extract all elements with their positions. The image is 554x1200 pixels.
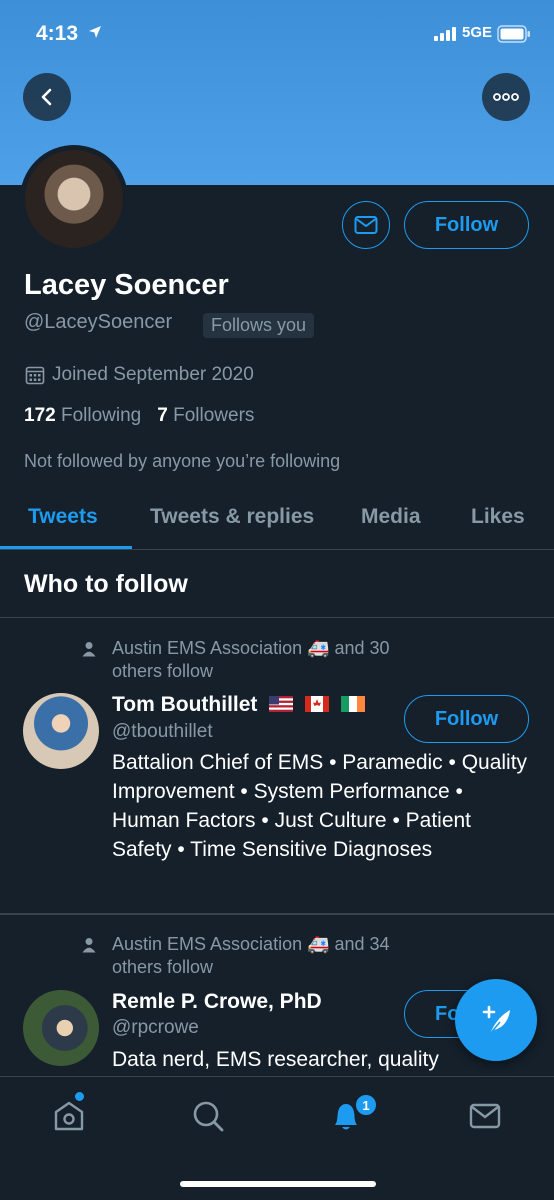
- status-time: 4:13: [36, 22, 79, 45]
- us-flag-icon: [269, 696, 294, 712]
- not-followed-notice: Not followed by anyone you’re following: [24, 451, 341, 471]
- active-tab-indicator: [0, 546, 132, 549]
- chevron-left-icon: [41, 88, 52, 106]
- suggestion-name[interactable]: Tom Bouthillet: [112, 693, 365, 717]
- suggestion-name-text: Tom Bouthillet: [112, 693, 258, 716]
- followers-count: 7: [157, 405, 168, 426]
- follow-suggestion-button[interactable]: Follow: [404, 695, 529, 743]
- tab-tweets-replies[interactable]: Tweets & replies: [150, 505, 314, 529]
- divider: [0, 913, 554, 915]
- divider: [0, 617, 554, 618]
- messages-envelope-icon[interactable]: [468, 1099, 502, 1138]
- following-label: Following: [60, 405, 142, 426]
- message-button[interactable]: [342, 201, 390, 249]
- social-context-line: others follow: [112, 957, 214, 977]
- suggestion-avatar[interactable]: [23, 990, 99, 1066]
- tab-likes[interactable]: Likes: [471, 505, 525, 529]
- person-icon: [82, 937, 96, 958]
- follow-stats: 172 Following 7 Followers: [24, 405, 254, 427]
- calendar-icon: [25, 365, 45, 390]
- profile-name: Lacey Soencer: [24, 269, 229, 301]
- suggestion-name-text: Remle P. Crowe, PhD: [112, 990, 322, 1013]
- social-context-line: others follow: [112, 661, 214, 681]
- home-indicator[interactable]: [180, 1181, 376, 1187]
- profile-avatar[interactable]: [20, 145, 128, 253]
- cellular-signal-icon: [434, 27, 458, 46]
- suggestion-handle: @rpcrowe: [112, 1017, 199, 1038]
- followers-link[interactable]: 7 Followers: [157, 405, 254, 426]
- followers-label: Followers: [173, 405, 255, 426]
- notification-badge: 1: [354, 1093, 378, 1117]
- network-type: 5GE: [462, 24, 493, 41]
- tab-media[interactable]: Media: [361, 505, 421, 529]
- more-options-button[interactable]: [482, 73, 530, 121]
- suggestion-avatar[interactable]: [23, 693, 99, 769]
- compose-tweet-button[interactable]: [455, 979, 537, 1061]
- profile-tabs: Tweets Tweets & replies Media Likes: [0, 488, 554, 550]
- suggestion-name[interactable]: Remle P. Crowe, PhD: [112, 990, 322, 1014]
- ireland-flag-icon: [340, 696, 365, 712]
- envelope-icon: [354, 216, 378, 234]
- search-icon[interactable]: [191, 1099, 225, 1138]
- back-button[interactable]: [23, 73, 71, 121]
- suggestion-bio: Battalion Chief of EMS • Paramedic • Qua…: [112, 751, 528, 861]
- social-context: Austin EMS Association 🚑 and 34 others f…: [112, 933, 452, 979]
- who-to-follow-title: Who to follow: [24, 570, 188, 598]
- suggestion-handle: @tbouthillet: [112, 721, 213, 742]
- profile-handle: @LaceySoencer: [24, 311, 173, 333]
- social-context: Austin EMS Association 🚑 and 30 others f…: [112, 637, 452, 683]
- location-arrow-icon: [88, 25, 102, 44]
- following-count: 172: [24, 405, 56, 426]
- status-bar: 4:13 5GE: [0, 0, 554, 70]
- battery-icon: [497, 25, 531, 48]
- social-context-line: Austin EMS Association 🚑 and 30: [112, 638, 390, 658]
- more-dots-icon: [493, 93, 519, 101]
- joined-date: Joined September 2020: [52, 364, 254, 385]
- canada-flag-icon: [305, 696, 330, 712]
- follows-you-badge: Follows you: [203, 313, 315, 338]
- compose-feather-icon: [482, 1005, 510, 1035]
- social-context-line: Austin EMS Association 🚑 and 34: [112, 934, 390, 954]
- tab-tweets[interactable]: Tweets: [28, 505, 98, 529]
- follow-button[interactable]: Follow: [404, 201, 529, 249]
- home-unread-dot: [75, 1092, 84, 1101]
- following-link[interactable]: 172 Following: [24, 405, 141, 426]
- person-icon: [82, 641, 96, 662]
- home-icon[interactable]: [52, 1099, 86, 1138]
